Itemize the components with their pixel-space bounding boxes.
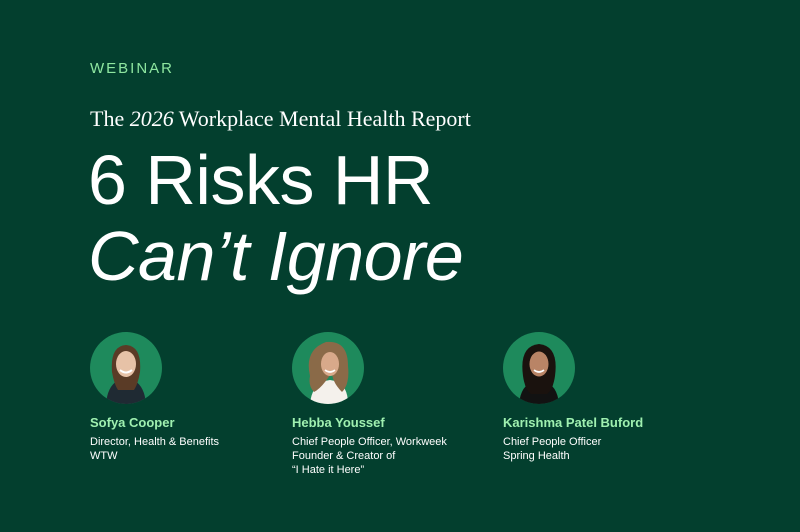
speaker-photo [503, 332, 575, 404]
headline-line-2: Can’t Ignore [88, 217, 464, 295]
speaker-card: Karishma Patel Buford Chief People Offic… [503, 332, 703, 463]
subtitle-year: 2026 [129, 106, 174, 131]
speaker-photo [292, 332, 364, 404]
speaker-role: Chief People Officer Spring Health [503, 435, 703, 463]
subtitle-prefix: The [90, 106, 130, 131]
webinar-banner: WEBINAR The 2026 Workplace Mental Health… [0, 0, 800, 532]
speaker-card: Hebba Youssef Chief People Officer, Work… [292, 332, 492, 477]
speaker-role-line: Spring Health [503, 450, 570, 462]
speaker-role: Director, Health & Benefits WTW [90, 435, 290, 463]
speaker-name: Sofya Cooper [90, 415, 175, 430]
speaker-photo [90, 332, 162, 404]
subtitle-suffix: Workplace Mental Health Report [173, 106, 471, 131]
speaker-role-line: WTW [90, 450, 118, 462]
headline-line-1: 6 Risks HR [88, 141, 434, 219]
speaker-role-line: “I Hate it Here” [292, 464, 365, 476]
speaker-name: Karishma Patel Buford [503, 415, 644, 430]
eyebrow-label: WEBINAR [90, 60, 175, 77]
speaker-role-line: Founder & Creator of [292, 450, 396, 462]
speaker-role: Chief People Officer, Workweek Founder &… [292, 435, 492, 477]
speaker-role-line: Chief People Officer, Workweek [292, 436, 447, 448]
speaker-card: Sofya Cooper Director, Health & Benefits… [90, 332, 290, 463]
speaker-role-line: Director, Health & Benefits [90, 436, 220, 448]
speaker-role-line: Chief People Officer [503, 436, 602, 448]
speaker-name: Hebba Youssef [292, 415, 385, 430]
headline: 6 Risks HR Can’t Ignore [88, 141, 464, 295]
report-subtitle: The 2026 Workplace Mental Health Report [90, 106, 471, 132]
